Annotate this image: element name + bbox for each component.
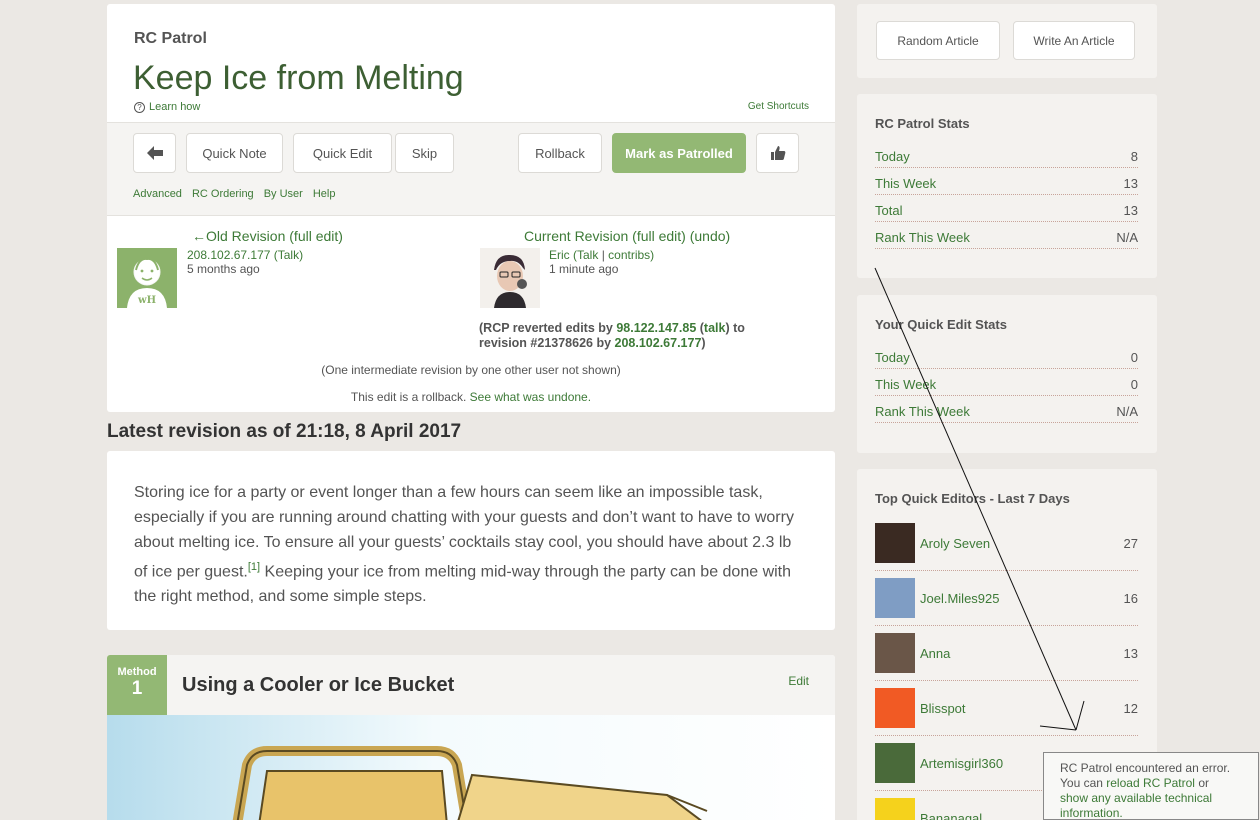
- current-revision-title: Current Revision (full edit) (undo): [524, 228, 730, 244]
- current-revision-user: Eric (Talk | contribs) 1 minute ago: [549, 248, 655, 276]
- page-title[interactable]: Keep Ice from Melting: [133, 59, 464, 98]
- arrow-left-icon: [146, 146, 163, 160]
- old-user-talk-link[interactable]: (Talk): [274, 248, 303, 262]
- reference-link[interactable]: [1]: [248, 561, 260, 573]
- back-button[interactable]: [133, 133, 176, 173]
- reverted-talk-link[interactable]: talk: [704, 321, 726, 335]
- method-edit-link[interactable]: Edit: [788, 674, 809, 688]
- editor-avatar[interactable]: [875, 578, 915, 618]
- top-editors-title: Top Quick Editors - Last 7 Days: [875, 491, 1070, 506]
- editor-row: Anna 13: [875, 626, 1138, 681]
- section-label: RC Patrol: [134, 30, 207, 47]
- thumbs-up-button[interactable]: [756, 133, 799, 173]
- stat-row: Rank This Week N/A: [875, 396, 1138, 423]
- rollback-button[interactable]: Rollback: [518, 133, 602, 173]
- reverted-ip-link[interactable]: 98.122.147.85: [616, 321, 696, 335]
- editor-row: Aroly Seven 27: [875, 516, 1138, 571]
- rc-patrol-header-card: RC Patrol Keep Ice from Melting ? Learn …: [107, 4, 835, 412]
- old-user-avatar[interactable]: wH: [117, 248, 177, 308]
- old-revision-title: ←Old Revision (full edit): [192, 228, 343, 244]
- toolbar-links: Advanced RC Ordering By User Help: [133, 188, 335, 200]
- method-badge: Method 1: [107, 655, 167, 715]
- method-title: Using a Cooler or Ice Bucket: [182, 674, 455, 696]
- skip-button[interactable]: Skip: [395, 133, 454, 173]
- help-icon: ?: [134, 101, 145, 113]
- diff-header: ←Old Revision (full edit) wH 208.102.67.…: [107, 216, 835, 412]
- quick-edit-stats: Your Quick Edit Stats Today 0 This Week 0 …: [857, 295, 1157, 453]
- write-article-button[interactable]: Write An Article: [1013, 21, 1135, 60]
- editor-row: Joel.Miles925 16: [875, 571, 1138, 626]
- current-user-talk-link[interactable]: (Talk: [573, 248, 598, 262]
- article-intro: Storing ice for a party or event longer …: [107, 451, 835, 630]
- method-section: Method 1 Using a Cooler or Ice Bucket Ed…: [107, 655, 835, 820]
- current-full-edit-link[interactable]: (full edit): [632, 228, 686, 244]
- get-shortcuts-link[interactable]: Get Shortcuts: [748, 101, 809, 112]
- reload-link[interactable]: reload RC Patrol: [1106, 776, 1195, 790]
- rc-ordering-link[interactable]: RC Ordering: [192, 188, 254, 200]
- quick-edit-button[interactable]: Quick Edit: [293, 133, 392, 173]
- rc-stats-title: RC Patrol Stats: [875, 116, 970, 131]
- stat-row: This Week 13: [875, 168, 1138, 195]
- advanced-link[interactable]: Advanced: [133, 188, 182, 200]
- rollback-note: This edit is a rollback. See what was un…: [350, 390, 592, 404]
- current-user-avatar[interactable]: [480, 248, 540, 308]
- target-ip-link[interactable]: 208.102.67.177: [615, 336, 702, 350]
- learn-how[interactable]: ? Learn how: [134, 101, 200, 113]
- editor-avatar[interactable]: [875, 743, 915, 783]
- old-revision-user: 208.102.67.177 (Talk) 5 months ago: [187, 248, 303, 276]
- current-revision-time: 1 minute ago: [549, 262, 619, 276]
- stat-row: Rank This Week N/A: [875, 222, 1138, 249]
- stat-row: Today 8: [875, 141, 1138, 168]
- default-avatar-icon: wH: [117, 248, 177, 308]
- thumbs-up-icon: [770, 146, 785, 160]
- sidebar-actions: Random Article Write An Article: [857, 4, 1157, 78]
- editor-avatar[interactable]: [875, 798, 915, 820]
- editor-avatar[interactable]: [875, 633, 915, 673]
- undo-link[interactable]: (undo): [690, 228, 730, 244]
- show-info-link[interactable]: show any available technical information…: [1060, 791, 1250, 820]
- old-user-ip-link[interactable]: 208.102.67.177: [187, 248, 270, 262]
- learn-how-link[interactable]: Learn how: [149, 101, 200, 113]
- old-revision-link[interactable]: ←Old Revision: [192, 228, 285, 244]
- rc-patrol-stats: RC Patrol Stats Today 8 This Week 13 Total…: [857, 94, 1157, 278]
- by-user-link[interactable]: By User: [264, 188, 303, 200]
- editor-row: Blisspot 12: [875, 681, 1138, 736]
- see-undone-link[interactable]: See what was undone.: [470, 390, 591, 404]
- help-link[interactable]: Help: [313, 188, 336, 200]
- user-photo-icon: [480, 248, 540, 308]
- patrol-toolbar: Quick Note Quick Edit Skip Rollback Mark…: [107, 122, 835, 216]
- stat-row: Total 13: [875, 195, 1138, 222]
- quick-note-button[interactable]: Quick Note: [186, 133, 283, 173]
- editor-avatar[interactable]: [875, 688, 915, 728]
- current-user-link[interactable]: Eric: [549, 248, 570, 262]
- method-illustration: [107, 715, 835, 820]
- method-header: Method 1 Using a Cooler or Ice Bucket Ed…: [107, 655, 835, 715]
- editor-avatar[interactable]: [875, 523, 915, 563]
- current-user-contribs-link[interactable]: contribs): [608, 248, 654, 262]
- intermediate-revision-note: (One intermediate revision by one other …: [321, 363, 621, 377]
- qe-stats-title: Your Quick Edit Stats: [875, 317, 1007, 332]
- random-article-button[interactable]: Random Article: [876, 21, 1000, 60]
- latest-revision-heading: Latest revision as of 21:18, 8 April 201…: [107, 421, 462, 442]
- svg-text:wH: wH: [137, 295, 156, 306]
- stat-row: Today 0: [875, 342, 1138, 369]
- mark-patrolled-button[interactable]: Mark as Patrolled: [612, 133, 746, 173]
- current-revision-link[interactable]: Current Revision: [524, 228, 628, 244]
- stat-row: This Week 0: [875, 369, 1138, 396]
- old-revision-time: 5 months ago: [187, 262, 260, 276]
- error-message-box: RC Patrol encountered an error. You can …: [1043, 752, 1259, 820]
- rcp-revert-note: (RCP reverted edits by 98.122.147.85 (ta…: [479, 321, 745, 350]
- old-full-edit-link[interactable]: (full edit): [289, 228, 343, 244]
